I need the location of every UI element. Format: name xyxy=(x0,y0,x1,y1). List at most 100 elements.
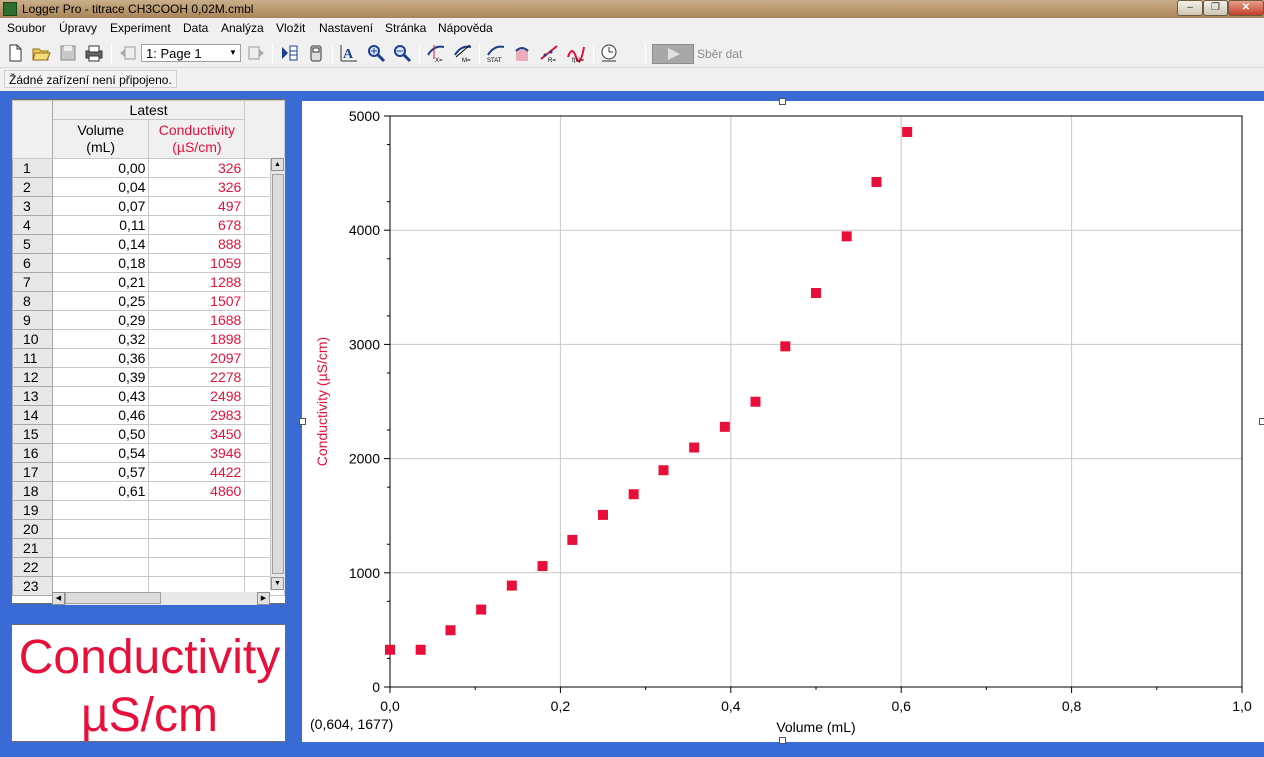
meter-icon[interactable] xyxy=(306,43,326,63)
table-row[interactable]: 10 0,32 1898 xyxy=(12,329,285,349)
table-row[interactable]: 18 0,61 4860 xyxy=(12,481,285,501)
conductivity-cell[interactable]: 2498 xyxy=(148,386,246,406)
volume-cell[interactable] xyxy=(51,538,150,558)
conductivity-cell[interactable]: 888 xyxy=(148,234,246,254)
table-row[interactable]: 9 0,29 1688 xyxy=(12,310,285,330)
resize-handle-right[interactable] xyxy=(1259,418,1264,425)
zoom-in-icon[interactable] xyxy=(366,43,386,63)
volume-cell[interactable]: 0,21 xyxy=(51,272,150,292)
meter-pane[interactable]: Conductivity µS/cm xyxy=(11,624,286,742)
minimize-button[interactable]: – xyxy=(1177,0,1203,16)
save-icon[interactable] xyxy=(58,43,78,63)
horizontal-scroll-thumb[interactable] xyxy=(65,592,161,604)
replay-icon[interactable] xyxy=(599,43,619,63)
resize-handle-bottom[interactable] xyxy=(779,737,786,744)
page-selector[interactable]: 1: Page 1 ▼ xyxy=(141,44,241,62)
table-row[interactable]: 21 xyxy=(12,538,285,558)
scroll-left-icon[interactable]: ◀ xyxy=(52,592,65,605)
table-row[interactable]: 22 xyxy=(12,557,285,577)
table-row[interactable]: 2 0,04 326 xyxy=(12,177,285,197)
close-button[interactable]: ✕ xyxy=(1228,0,1264,16)
table-horizontal-scrollbar[interactable]: ◀ ▶ xyxy=(52,592,270,605)
collect-button[interactable] xyxy=(652,44,694,64)
table-row[interactable]: 13 0,43 2498 xyxy=(12,386,285,406)
volume-cell[interactable]: 0,18 xyxy=(51,253,150,273)
volume-cell[interactable] xyxy=(51,519,150,539)
menu-vlozit[interactable]: Vložit xyxy=(276,21,305,35)
volume-cell[interactable] xyxy=(51,500,150,520)
table-row[interactable]: 16 0,54 3946 xyxy=(12,443,285,463)
table-row[interactable]: 6 0,18 1059 xyxy=(12,253,285,273)
menu-soubor[interactable]: Soubor xyxy=(7,21,46,35)
volume-cell[interactable]: 0,61 xyxy=(51,481,150,501)
menu-nastaveni[interactable]: Nastavení xyxy=(319,21,373,35)
tangent-icon[interactable]: M= xyxy=(453,43,473,64)
volume-cell[interactable] xyxy=(51,557,150,577)
conductivity-cell[interactable]: 1059 xyxy=(148,253,246,273)
volume-cell[interactable]: 0,54 xyxy=(51,443,150,463)
volume-cell[interactable]: 0,25 xyxy=(51,291,150,311)
conductivity-cell[interactable] xyxy=(148,557,246,577)
conductivity-cell[interactable] xyxy=(148,519,246,539)
volume-cell[interactable]: 0,57 xyxy=(51,462,150,482)
scroll-up-icon[interactable]: ▲ xyxy=(271,158,284,171)
conductivity-cell[interactable]: 497 xyxy=(148,196,246,216)
table-row[interactable]: 12 0,39 2278 xyxy=(12,367,285,387)
conductivity-cell[interactable]: 3946 xyxy=(148,443,246,463)
table-row[interactable]: 19 xyxy=(12,500,285,520)
maximize-button[interactable]: ❐ xyxy=(1203,0,1228,16)
conductivity-graph[interactable]: 0,0 0,2 0,4 0,6 0,8 1,0010002000300040005000 … xyxy=(302,101,1264,742)
menu-upravy[interactable]: Úpravy xyxy=(59,21,97,35)
next-page-icon[interactable] xyxy=(246,43,266,63)
resize-handle-top[interactable] xyxy=(779,98,786,105)
conductivity-cell[interactable]: 4422 xyxy=(148,462,246,482)
resize-handle-left[interactable] xyxy=(299,418,306,425)
conductivity-cell[interactable]: 3450 xyxy=(148,424,246,444)
conductivity-cell[interactable] xyxy=(148,538,246,558)
volume-cell[interactable]: 0,43 xyxy=(51,386,150,406)
previous-page-icon[interactable] xyxy=(118,43,138,63)
graph-pane[interactable]: 0,0 0,2 0,4 0,6 0,8 1,0 0 1000 2000 3000 4000 5000 … xyxy=(299,98,1264,744)
conductivity-cell[interactable]: 2983 xyxy=(148,405,246,425)
table-row[interactable]: 8 0,25 1507 xyxy=(12,291,285,311)
integral-icon[interactable] xyxy=(512,43,532,63)
conductivity-cell[interactable]: 1288 xyxy=(148,272,246,292)
dataset-header[interactable]: Latest xyxy=(51,99,246,121)
conductivity-cell[interactable]: 326 xyxy=(148,158,246,178)
volume-cell[interactable]: 0,11 xyxy=(51,215,150,235)
volume-cell[interactable]: 0,00 xyxy=(51,158,150,178)
conductivity-cell[interactable]: 4860 xyxy=(148,481,246,501)
conductivity-cell[interactable]: 2278 xyxy=(148,367,246,387)
conductivity-cell[interactable]: 1507 xyxy=(148,291,246,311)
volume-cell[interactable]: 0,07 xyxy=(51,196,150,216)
table-row[interactable]: 15 0,50 3450 xyxy=(12,424,285,444)
volume-cell[interactable]: 0,04 xyxy=(51,177,150,197)
menu-data[interactable]: Data xyxy=(183,21,208,35)
table-row[interactable]: 3 0,07 497 xyxy=(12,196,285,216)
volume-cell[interactable]: 0,36 xyxy=(51,348,150,368)
curve-fit-icon[interactable]: f(x)= xyxy=(566,43,586,64)
open-folder-icon[interactable] xyxy=(31,43,51,63)
zoom-out-icon[interactable] xyxy=(392,43,412,63)
conductivity-cell[interactable] xyxy=(148,500,246,520)
autoscale-icon[interactable]: A xyxy=(339,43,359,63)
volume-cell[interactable]: 0,46 xyxy=(51,405,150,425)
table-row[interactable]: 14 0,46 2983 xyxy=(12,405,285,425)
conductivity-column-header[interactable]: Conductivity (µS/cm) xyxy=(148,119,246,159)
volume-cell[interactable]: 0,39 xyxy=(51,367,150,387)
conductivity-cell[interactable]: 2097 xyxy=(148,348,246,368)
statistics-icon[interactable]: STAT xyxy=(486,43,506,64)
conductivity-cell[interactable]: 678 xyxy=(148,215,246,235)
new-file-icon[interactable] xyxy=(5,43,25,63)
conductivity-cell[interactable]: 1688 xyxy=(148,310,246,330)
volume-cell[interactable]: 0,50 xyxy=(51,424,150,444)
print-icon[interactable] xyxy=(84,43,104,63)
linear-fit-icon[interactable]: R= xyxy=(539,43,559,64)
volume-cell[interactable]: 0,29 xyxy=(51,310,150,330)
menu-stranka[interactable]: Stránka xyxy=(385,21,426,35)
menu-napoveda[interactable]: Nápověda xyxy=(438,21,493,35)
table-icon[interactable] xyxy=(279,43,299,63)
table-vertical-scrollbar[interactable]: ▲ ▼ xyxy=(270,158,285,590)
conductivity-cell[interactable]: 1898 xyxy=(148,329,246,349)
table-row[interactable]: 17 0,57 4422 xyxy=(12,462,285,482)
